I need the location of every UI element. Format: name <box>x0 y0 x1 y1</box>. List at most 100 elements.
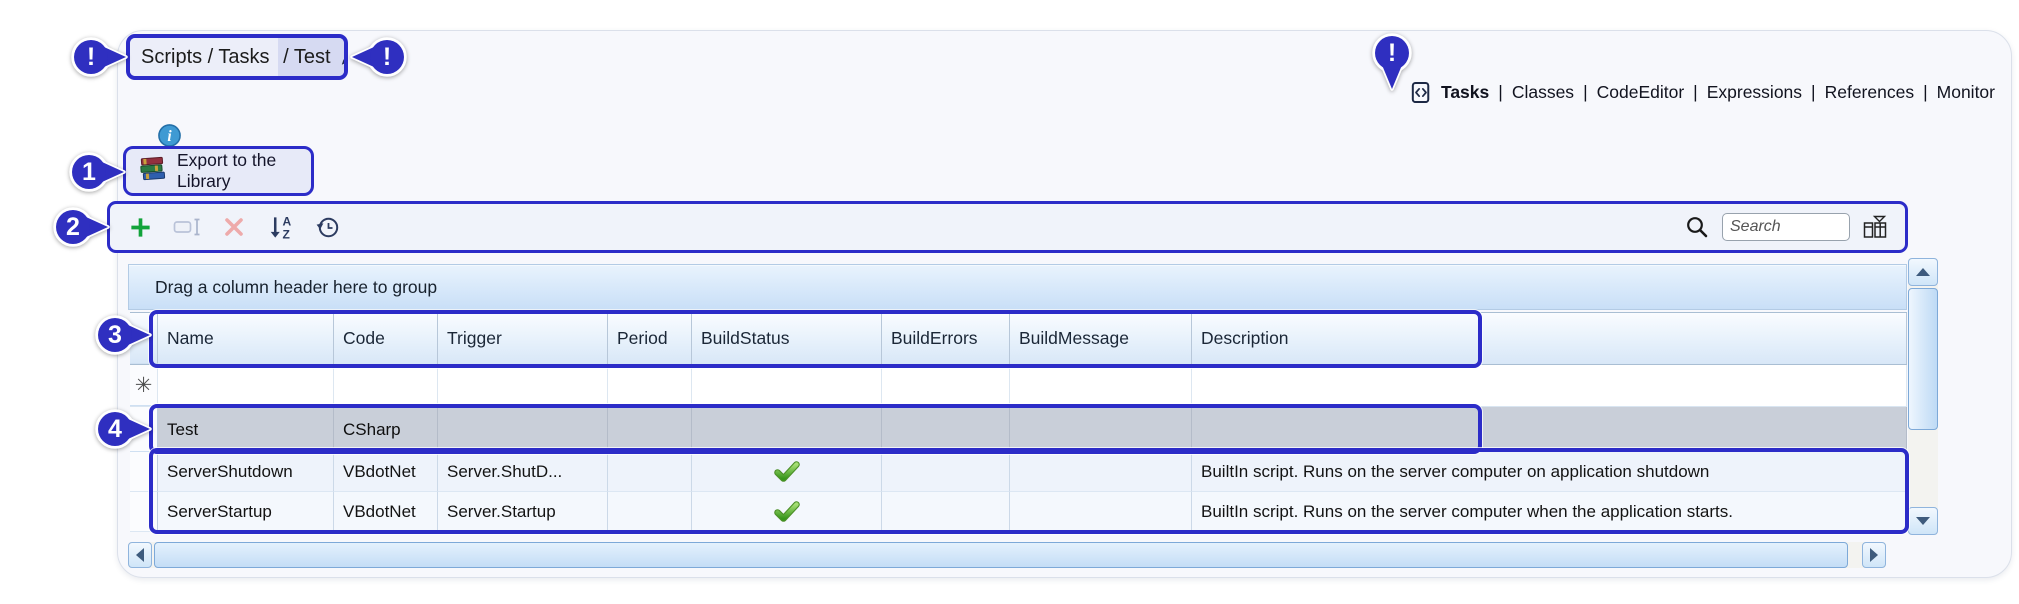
balloon-label: 1 <box>71 151 107 193</box>
scroll-up-button[interactable] <box>1908 258 1938 286</box>
new-row-cell[interactable] <box>334 365 438 406</box>
new-row-cell[interactable] <box>692 365 882 406</box>
cell-builderrors[interactable] <box>882 492 1010 532</box>
cell-period[interactable] <box>608 452 692 492</box>
row-indicator-cell <box>130 492 158 532</box>
tab-codeeditor[interactable]: CodeEditor <box>1597 82 1685 103</box>
new-row-cell[interactable] <box>438 365 608 406</box>
cell-buildstatus[interactable] <box>692 452 882 492</box>
group-by-hint-text: Drag a column header here to group <box>155 277 437 298</box>
library-books-icon <box>139 156 167 187</box>
scroll-left-button[interactable] <box>128 542 152 568</box>
export-button-label: Export to the Library <box>177 150 311 192</box>
cell-name[interactable]: ServerShutdown <box>158 452 334 492</box>
breadcrumb-current: / Test <box>278 38 348 76</box>
group-by-panel[interactable]: Drag a column header here to group <box>128 264 1907 310</box>
column-header-code[interactable]: Code <box>334 313 438 364</box>
column-chooser-button[interactable] <box>1860 211 1890 243</box>
new-row-cell[interactable] <box>882 365 1010 406</box>
arrow-down-icon <box>1916 517 1930 525</box>
cell-trigger[interactable]: Server.Startup <box>438 492 608 532</box>
edit-pencil-icon[interactable] <box>339 48 348 67</box>
arrow-left-icon <box>136 548 144 562</box>
column-header-buildmessage[interactable]: BuildMessage <box>1010 313 1192 364</box>
breadcrumb[interactable]: Scripts / Tasks / Test <box>126 34 348 80</box>
search-input[interactable] <box>1722 213 1850 241</box>
new-row-cell[interactable] <box>1192 365 1907 406</box>
svg-text:i: i <box>167 128 172 145</box>
cell-description[interactable] <box>1192 407 1907 452</box>
cell-code[interactable]: VBdotNet <box>334 452 438 492</box>
tab-classes[interactable]: Classes <box>1512 82 1574 103</box>
add-row-button[interactable] <box>125 211 155 243</box>
grid-new-row[interactable]: ✳ <box>130 365 1907 407</box>
new-row-cell[interactable] <box>158 365 334 406</box>
rename-field-icon <box>173 217 201 237</box>
grid-row-servershutdown[interactable]: ServerShutdown VBdotNet Server.ShutD... … <box>130 452 1907 492</box>
row-indicator-cell <box>130 407 158 452</box>
vertical-scrollbar[interactable] <box>1908 258 1938 535</box>
cell-description[interactable]: BuiltIn script. Runs on the server compu… <box>1192 492 1907 532</box>
column-header-name[interactable]: Name <box>158 313 334 364</box>
toolbar-left-group: AZ <box>125 211 343 243</box>
green-check-icon <box>774 461 800 483</box>
toolbar-right-group <box>1682 211 1890 243</box>
export-to-library-button[interactable]: Export to the Library <box>123 146 314 196</box>
history-button[interactable] <box>313 211 343 243</box>
cell-trigger[interactable]: Server.ShutD... <box>438 452 608 492</box>
cell-code[interactable]: CSharp <box>334 407 438 452</box>
column-header-trigger[interactable]: Trigger <box>438 313 608 364</box>
column-header-buildstatus[interactable]: BuildStatus <box>692 313 882 364</box>
grid-row-test[interactable]: Test CSharp <box>130 407 1907 452</box>
cell-period[interactable] <box>608 407 692 452</box>
vertical-scroll-thumb[interactable] <box>1908 288 1938 430</box>
cell-buildstatus[interactable] <box>692 407 882 452</box>
cell-buildmessage[interactable] <box>1010 452 1192 492</box>
cell-builderrors[interactable] <box>882 452 1010 492</box>
breadcrumb-current-label: / Test <box>283 46 330 69</box>
cell-buildstatus[interactable] <box>692 492 882 532</box>
grid-row-serverstartup[interactable]: ServerStartup VBdotNet Server.Startup Bu… <box>130 492 1907 532</box>
scroll-right-button[interactable] <box>1862 542 1886 568</box>
clock-history-icon <box>315 214 341 240</box>
arrow-up-icon <box>1916 268 1930 276</box>
column-chooser-icon <box>1861 213 1889 241</box>
cell-period[interactable] <box>608 492 692 532</box>
arrow-right-icon <box>1870 548 1878 562</box>
tab-monitor[interactable]: Monitor <box>1937 82 1995 103</box>
horizontal-scrollbar[interactable] <box>128 542 1886 568</box>
sort-button[interactable]: AZ <box>266 211 296 243</box>
column-header-builderrors[interactable]: BuildErrors <box>882 313 1010 364</box>
new-row-cell[interactable] <box>608 365 692 406</box>
breadcrumb-path: Scripts / Tasks <box>130 38 278 76</box>
grid-header-row: Name Code Trigger Period BuildStatus Bui… <box>130 312 1907 365</box>
cell-name[interactable]: Test <box>158 407 334 452</box>
grid-toolbar: AZ <box>107 201 1908 253</box>
new-row-asterisk-icon: ✳ <box>135 375 153 396</box>
cell-buildmessage[interactable] <box>1010 492 1192 532</box>
cell-name[interactable]: ServerStartup <box>158 492 334 532</box>
search-icon <box>1682 211 1712 243</box>
cell-builderrors[interactable] <box>882 407 1010 452</box>
new-row-cell[interactable] <box>1010 365 1192 406</box>
code-document-icon <box>1411 81 1431 104</box>
cell-code[interactable]: VBdotNet <box>334 492 438 532</box>
info-circle-icon[interactable]: i <box>157 123 182 148</box>
cell-buildmessage[interactable] <box>1010 407 1192 452</box>
tab-tasks[interactable]: Tasks <box>1441 82 1489 103</box>
balloon-label: 2 <box>55 206 91 248</box>
tab-references[interactable]: References <box>1825 82 1915 103</box>
app-canvas: Scripts / Tasks / Test Tasks | Classes |… <box>0 0 2019 604</box>
tab-expressions[interactable]: Expressions <box>1707 82 1802 103</box>
delete-row-button[interactable] <box>219 211 249 243</box>
column-header-period[interactable]: Period <box>608 313 692 364</box>
scroll-down-button[interactable] <box>1908 507 1938 535</box>
cell-description[interactable]: BuiltIn script. Runs on the server compu… <box>1192 452 1907 492</box>
svg-text:Z: Z <box>282 227 290 240</box>
cell-trigger[interactable] <box>438 407 608 452</box>
row-indicator-cell <box>130 452 158 492</box>
horizontal-scroll-thumb[interactable] <box>154 542 1848 568</box>
new-row-indicator: ✳ <box>130 365 158 406</box>
column-header-description[interactable]: Description <box>1192 313 1907 364</box>
rename-button[interactable] <box>172 211 202 243</box>
